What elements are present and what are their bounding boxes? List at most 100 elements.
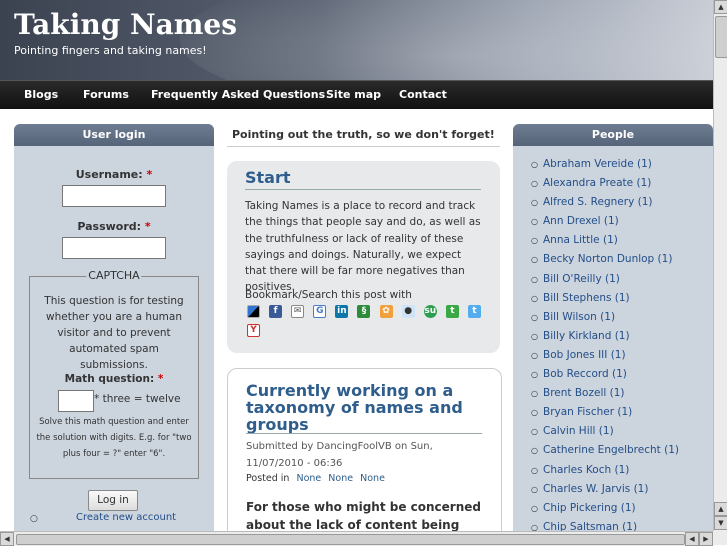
- term-link[interactable]: None: [328, 473, 353, 484]
- math-answer-input[interactable]: [58, 390, 94, 412]
- term-link[interactable]: None: [296, 473, 321, 484]
- horizontal-scroll-thumb[interactable]: [16, 534, 685, 545]
- header-swoosh-graphic: [180, 0, 713, 80]
- user-login-block: User login Username: * Password: * CAPTC…: [14, 124, 214, 531]
- list-item[interactable]: ○ Chip Saltsman (1): [531, 521, 679, 531]
- list-item[interactable]: ○ Chip Pickering (1): [531, 502, 679, 521]
- bookmark-icons: f ✉ G in § ✿ ● su t t Y: [247, 305, 487, 343]
- post-title[interactable]: Currently working on a taxonomy of names…: [246, 382, 482, 433]
- nav-item-forums[interactable]: Forums: [83, 88, 129, 101]
- scroll-up-icon[interactable]: ▲: [714, 0, 727, 14]
- nav-item-faq[interactable]: Frequently Asked Questions: [151, 88, 325, 101]
- list-item[interactable]: ○ Bill Wilson (1): [531, 311, 679, 330]
- mixx-icon[interactable]: ✿: [379, 305, 393, 318]
- list-item[interactable]: ○ Bob Jones III (1): [531, 349, 679, 368]
- list-item[interactable]: ○ Anna Little (1): [531, 234, 679, 253]
- bullet-icon: ○: [531, 217, 538, 227]
- post-heading: For those who might be concerned about t…: [246, 500, 481, 531]
- bullet-icon: ○: [531, 274, 538, 284]
- page-viewport: Taking Names Pointing fingers and taking…: [0, 0, 713, 531]
- create-account-link[interactable]: Create new account: [76, 512, 176, 523]
- bullet-icon: ○: [531, 160, 538, 169]
- post-submitted: Submitted by DancingFoolVB on Sun, 11/07…: [246, 441, 433, 469]
- bullet-icon: ○: [531, 408, 538, 418]
- list-item[interactable]: ○ Bryan Fischer (1): [531, 406, 679, 425]
- bullet-icon: ○: [531, 236, 538, 246]
- post-title-divider: [246, 433, 482, 434]
- start-node: Start Taking Names is a place to record …: [227, 161, 500, 353]
- twitter-icon[interactable]: t: [467, 305, 481, 318]
- list-item[interactable]: ○ Billy Kirkland (1): [531, 330, 679, 349]
- people-list: ○ Abraham Vereide (1) ○ Alexandra Preate (…: [531, 158, 679, 531]
- list-item[interactable]: ○ Bill O'Reilly (1): [531, 273, 679, 292]
- bullet-icon: ○: [531, 179, 538, 189]
- vertical-scroll-thumb[interactable]: [715, 16, 727, 58]
- list-item[interactable]: ○ Catherine Engelbrecht (1): [531, 444, 679, 463]
- list-item[interactable]: ○ Calvin Hill (1): [531, 425, 679, 444]
- scroll-left-icon[interactable]: ◀: [685, 532, 699, 546]
- bullet-icon: ○: [531, 484, 538, 494]
- bullet-icon: ○: [531, 350, 538, 360]
- list-item[interactable]: ○ Ann Drexel (1): [531, 215, 679, 234]
- bookmark-label: Bookmark/Search this post with: [245, 289, 412, 301]
- reddit-icon[interactable]: ●: [401, 305, 415, 318]
- captcha-description: This question is for testing whether you…: [44, 295, 184, 371]
- stumbleupon-icon[interactable]: su: [423, 305, 437, 318]
- list-item[interactable]: ○ Charles W. Jarvis (1): [531, 483, 679, 502]
- math-question-text: * three = twelve: [94, 393, 181, 405]
- linkedin-icon[interactable]: in: [335, 305, 349, 318]
- user-login-title: User login: [14, 124, 214, 146]
- scrollbar-corner: [713, 531, 727, 545]
- technorati-icon[interactable]: t: [445, 305, 459, 318]
- site-header: Taking Names Pointing fingers and taking…: [0, 0, 713, 80]
- password-label: Password: *: [77, 220, 151, 233]
- yahoo-icon[interactable]: Y: [247, 324, 260, 337]
- post-taxonomy: Posted in None None None: [246, 473, 385, 484]
- scroll-up-icon[interactable]: ▲: [714, 502, 727, 516]
- google-icon[interactable]: G: [313, 305, 327, 318]
- start-body: Taking Names is a place to record and tr…: [245, 200, 481, 294]
- scroll-right-icon[interactable]: ▶: [699, 532, 713, 546]
- bullet-icon: ○: [531, 446, 538, 456]
- nav-item-blogs[interactable]: Blogs: [24, 88, 58, 101]
- list-item[interactable]: ○ Bob Reccord (1): [531, 368, 679, 387]
- site-slogan: Pointing fingers and taking names!: [14, 44, 207, 57]
- scroll-left-icon[interactable]: ◀: [0, 532, 14, 546]
- bullet-icon: ○: [531, 465, 538, 475]
- password-input[interactable]: [62, 237, 166, 259]
- bullet-icon: ○: [531, 331, 538, 341]
- login-button[interactable]: Log in: [88, 490, 138, 511]
- email-icon[interactable]: ✉: [291, 305, 305, 318]
- bullet-icon: ○: [30, 514, 38, 524]
- bullet-icon: ○: [531, 255, 538, 265]
- site-title[interactable]: Taking Names: [14, 8, 237, 41]
- page-tagline: Pointing out the truth, so we don't forg…: [232, 128, 495, 141]
- horizontal-scrollbar[interactable]: ◀ ◀ ▶: [0, 531, 713, 546]
- username-input[interactable]: [62, 185, 166, 207]
- post-node: Currently working on a taxonomy of names…: [227, 368, 502, 531]
- list-item[interactable]: ○ Becky Norton Dunlop (1): [531, 253, 679, 272]
- list-item[interactable]: ○ Bill Stephens (1): [531, 292, 679, 311]
- nav-item-contact[interactable]: Contact: [399, 88, 447, 101]
- primary-nav: Blogs Forums Frequently Asked Questions …: [0, 80, 713, 109]
- list-item[interactable]: ○ Alexandra Preate (1): [531, 177, 679, 196]
- list-item[interactable]: ○ Charles Koch (1): [531, 464, 679, 483]
- bullet-icon: ○: [531, 427, 538, 437]
- bullet-icon: ○: [531, 293, 538, 303]
- facebook-icon[interactable]: f: [269, 305, 283, 318]
- posted-in-label: Posted in: [246, 473, 290, 484]
- start-title[interactable]: Start: [245, 169, 291, 186]
- scroll-down-icon[interactable]: ▼: [714, 516, 727, 530]
- vertical-scrollbar[interactable]: ▲ ▲ ▼: [713, 0, 727, 531]
- list-item[interactable]: ○ Abraham Vereide (1): [531, 158, 679, 177]
- term-link[interactable]: None: [360, 473, 385, 484]
- list-item[interactable]: ○ Brent Bozell (1): [531, 387, 679, 406]
- evernote-icon[interactable]: §: [357, 305, 371, 318]
- list-item[interactable]: ○ Alfred S. Regnery (1): [531, 196, 679, 215]
- bullet-icon: ○: [531, 198, 538, 208]
- delicious-icon[interactable]: [247, 305, 260, 318]
- nav-item-site-map[interactable]: Site map: [326, 88, 381, 101]
- people-title: People: [513, 124, 713, 146]
- bullet-icon: ○: [531, 370, 538, 380]
- start-title-divider: [245, 189, 481, 190]
